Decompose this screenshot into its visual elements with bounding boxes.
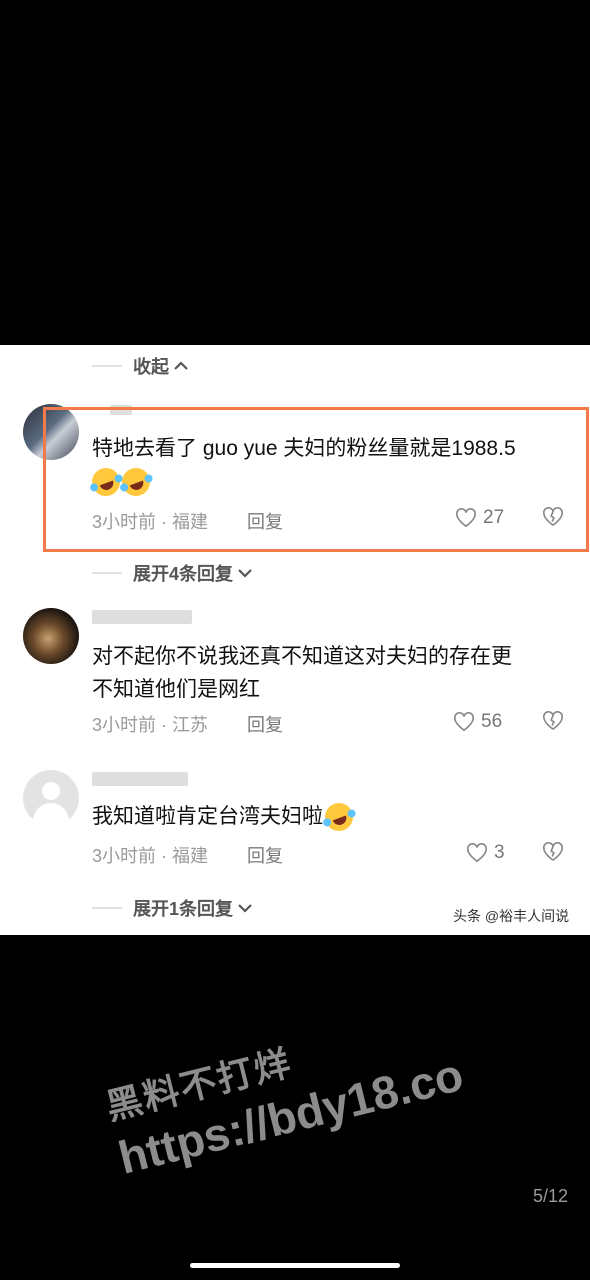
chevron-up-icon (173, 356, 189, 377)
chevron-down-icon (237, 563, 253, 584)
dislike-button[interactable] (542, 842, 564, 867)
like-button[interactable]: 56 (453, 711, 502, 733)
expand-replies-button[interactable]: 展开1条回复 (133, 895, 253, 921)
heart-icon (467, 843, 487, 863)
like-button[interactable]: 3 (466, 842, 505, 864)
divider (92, 907, 122, 909)
home-indicator[interactable] (190, 1263, 400, 1268)
username-blurred[interactable] (92, 610, 192, 624)
highlight-box (43, 407, 589, 552)
divider (92, 365, 122, 367)
default-avatar-icon[interactable] (23, 770, 79, 826)
username-blurred[interactable] (92, 772, 188, 786)
reply-button[interactable]: 回复 (247, 711, 283, 737)
source-credit: 头条 @裕丰人间说 (453, 908, 570, 924)
like-count: 56 (481, 711, 503, 732)
expand-label: 展开4条回复 (133, 564, 234, 584)
comment-time: 3小时前 (92, 715, 157, 735)
comment-text-line: 对不起你不说我还真不知道这对夫妇的存在更 (92, 645, 512, 668)
expand-replies-button[interactable]: 展开4条回复 (133, 560, 253, 586)
comment-meta: 3小时前 · 江苏 (92, 715, 209, 735)
like-count: 3 (494, 842, 505, 863)
heart-icon (454, 712, 474, 732)
comment-text-line: 不知道他们是网红 (92, 678, 260, 701)
divider (92, 572, 122, 574)
chevron-down-icon (237, 898, 253, 919)
dislike-button[interactable] (542, 711, 564, 736)
comment-location: 福建 (172, 846, 209, 866)
comment-time: 3小时前 (92, 846, 157, 866)
broken-heart-icon (543, 711, 563, 730)
avatar[interactable] (23, 608, 79, 664)
expand-label: 展开1条回复 (133, 899, 234, 919)
collapse-replies-button[interactable]: 收起 (133, 353, 189, 379)
comment-text-content: 我知道啦肯定台湾夫妇啦 (92, 805, 323, 828)
comment-meta: 3小时前 · 福建 (92, 846, 209, 866)
comment-text: 我知道啦肯定台湾夫妇啦 (92, 799, 582, 836)
reply-button[interactable]: 回复 (247, 842, 283, 868)
watermark: 黑料不打烊 https://bdy18.co (100, 995, 468, 1185)
broken-heart-icon (543, 842, 563, 861)
comment-text: 对不起你不说我还真不知道这对夫妇的存在更 不知道他们是网红 (92, 640, 582, 706)
page-indicator: 5/12 (532, 1186, 568, 1206)
collapse-label: 收起 (133, 357, 169, 377)
comment-location: 江苏 (172, 715, 209, 735)
rofl-emoji (321, 799, 357, 836)
